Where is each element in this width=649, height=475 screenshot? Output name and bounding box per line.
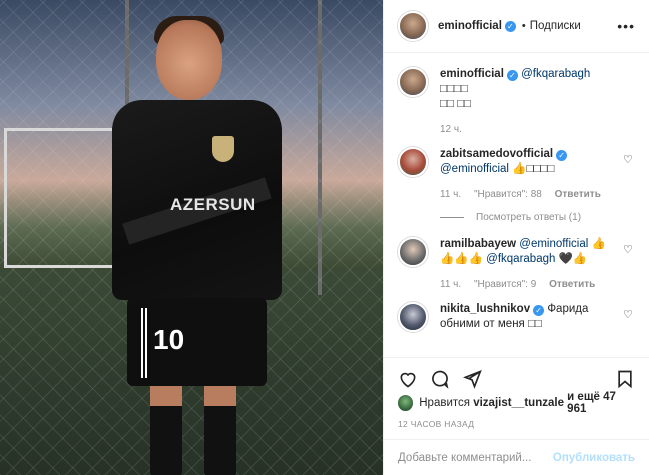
- comment-username[interactable]: zabitsamedovofficial: [440, 148, 553, 160]
- comment-meta: 11 ч. "Нравится": 9 Ответить: [440, 277, 619, 292]
- club-crest: [212, 136, 234, 162]
- ellipsis-icon[interactable]: •••: [617, 18, 635, 34]
- comment-text: Фарида: [547, 303, 589, 315]
- shorts-number: 10: [153, 324, 185, 355]
- comments-list: eminofficial ✓ @fkqarabagh □□□□ □□ □□ 12 …: [384, 53, 649, 357]
- player-knee-right: [204, 386, 236, 406]
- shirt-sponsor: AZERSUN: [170, 195, 256, 214]
- comment-mention[interactable]: @fkqarabagh: [486, 253, 555, 265]
- comment-item: zabitsamedovofficial ✓ @eminofficial 👍□□□…: [398, 147, 635, 202]
- comment-text: 👍👍👍: [440, 253, 483, 265]
- post-photo[interactable]: AZERSUN 10: [0, 0, 383, 475]
- comment-text: 👍: [591, 238, 606, 250]
- view-replies-label[interactable]: Посмотреть ответы (1): [476, 212, 581, 223]
- comment-item: nikita_lushnikov ✓ Фарида обними от меня …: [398, 302, 635, 332]
- avatar[interactable]: [398, 11, 428, 41]
- comment-body: ramilbabayew @eminofficial 👍 👍👍👍 @fkqara…: [440, 237, 635, 292]
- reply-button[interactable]: Ответить: [555, 189, 601, 200]
- comment-meta: 11 ч. "Нравится": 88 Ответить: [440, 187, 619, 202]
- post-header: eminofficial ✓ • Подписки •••: [384, 0, 649, 53]
- post-timestamp[interactable]: 12 ЧАСОВ НАЗАД: [384, 415, 649, 439]
- caption-body: eminofficial ✓ @fkqarabagh □□□□ □□ □□ 12 …: [440, 67, 635, 137]
- shorts-stripes: [141, 308, 149, 378]
- player-shorts: 10: [127, 298, 267, 386]
- heart-icon[interactable]: ♡: [623, 308, 635, 321]
- instagram-post: AZERSUN 10 eminofficial ✓ • Подписки •••: [0, 0, 649, 475]
- comment-text: обними от меня □□: [440, 318, 542, 330]
- caption-mention[interactable]: @fkqarabagh: [521, 68, 590, 80]
- caption-text: □□□□: [440, 83, 468, 95]
- avatar[interactable]: [398, 237, 428, 267]
- comment-likes[interactable]: "Нравится": 9: [474, 279, 536, 290]
- comment-text: 👍□□□□: [512, 163, 555, 175]
- verified-icon: ✓: [504, 20, 516, 32]
- view-replies-button[interactable]: Посмотреть ответы (1): [440, 212, 635, 223]
- comment-body: zabitsamedovofficial ✓ @eminofficial 👍□□□…: [440, 147, 635, 202]
- heart-icon[interactable]: ♡: [623, 153, 635, 166]
- heart-icon[interactable]: ♡: [623, 243, 635, 256]
- player-shirt: AZERSUN: [112, 100, 282, 300]
- likes-row: Нравится vizajist__tunzale и ещё 47 961: [384, 391, 649, 415]
- bookmark-icon[interactable]: [615, 369, 635, 389]
- avatar[interactable]: [398, 395, 414, 411]
- caption-time: 12 ч.: [440, 124, 462, 135]
- action-bar: [384, 357, 649, 391]
- caption: eminofficial ✓ @fkqarabagh □□□□ □□ □□ 12 …: [398, 67, 635, 137]
- player-figure: AZERSUN 10: [112, 16, 282, 475]
- comment-input[interactable]: [398, 451, 553, 464]
- comment-username[interactable]: nikita_lushnikov: [440, 303, 530, 315]
- likes-user[interactable]: vizajist__tunzale: [473, 397, 564, 409]
- comment-mention[interactable]: @eminofficial: [519, 238, 588, 250]
- comment-body: nikita_lushnikov ✓ Фарида обними от меня …: [440, 302, 635, 332]
- verified-icon: ✓: [533, 305, 545, 316]
- avatar[interactable]: [398, 302, 428, 332]
- header-user: eminofficial ✓ • Подписки: [438, 20, 581, 32]
- comment-icon[interactable]: [430, 369, 450, 389]
- verified-icon: ✓: [556, 150, 568, 161]
- comment-time: 11 ч.: [440, 189, 462, 200]
- replies-line: [440, 217, 464, 218]
- likes-prefix: Нравится: [419, 397, 470, 409]
- comment-time: 11 ч.: [440, 279, 462, 290]
- avatar[interactable]: [398, 147, 428, 177]
- header-username[interactable]: eminofficial: [438, 20, 502, 32]
- comment-mention[interactable]: @eminofficial: [440, 163, 509, 175]
- share-icon[interactable]: [462, 369, 482, 389]
- caption-text: □□ □□: [440, 98, 471, 110]
- separator-dot: •: [521, 20, 526, 32]
- comment-text: 🖤👍: [558, 253, 588, 265]
- caption-meta: 12 ч.: [440, 122, 619, 137]
- caption-username[interactable]: eminofficial: [440, 68, 504, 80]
- publish-button[interactable]: Опубликовать: [553, 452, 635, 464]
- following-button[interactable]: Подписки: [530, 20, 581, 32]
- comment-username[interactable]: ramilbabayew: [440, 238, 516, 250]
- likes-count[interactable]: и ещё 47 961: [567, 391, 635, 415]
- reply-button[interactable]: Ответить: [549, 279, 595, 290]
- post-sidebar: eminofficial ✓ • Подписки ••• eminoffici…: [383, 0, 649, 475]
- avatar[interactable]: [398, 67, 428, 97]
- verified-icon: ✓: [506, 70, 518, 81]
- comment-likes[interactable]: "Нравится": 88: [474, 189, 542, 200]
- add-comment-bar: Опубликовать: [384, 439, 649, 475]
- player-knee-left: [150, 386, 182, 406]
- player-head: [156, 20, 222, 100]
- heart-icon[interactable]: [398, 369, 418, 389]
- comment-item: ramilbabayew @eminofficial 👍 👍👍👍 @fkqara…: [398, 237, 635, 292]
